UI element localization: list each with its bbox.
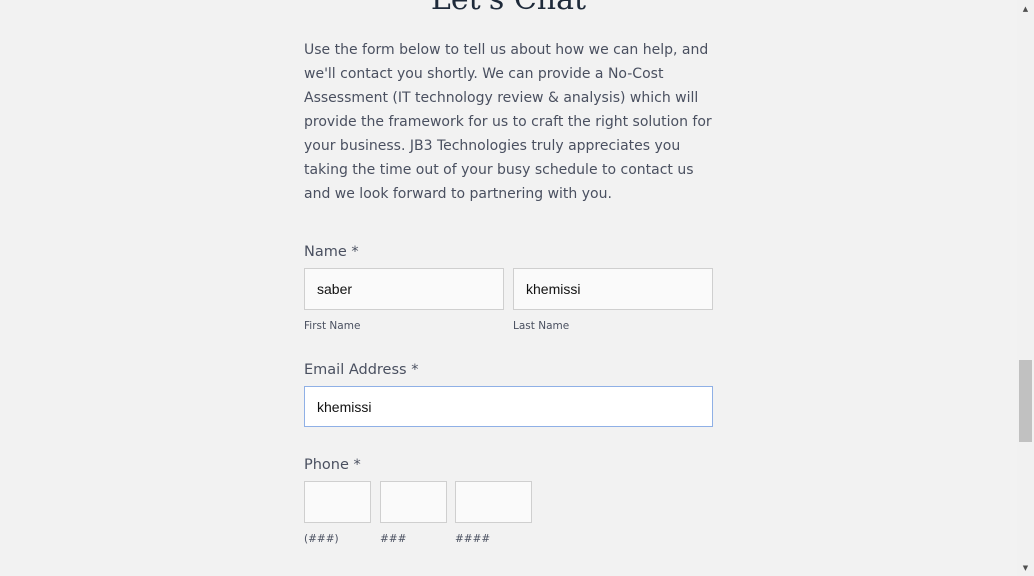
phone-line-sublabel: ####	[455, 533, 491, 545]
last-name-input[interactable]	[513, 268, 713, 310]
form-heading: Let's Chat	[304, 0, 713, 18]
email-input[interactable]	[304, 386, 713, 427]
intro-text: Use the form below to tell us about how …	[304, 42, 712, 202]
name-label: Name *	[304, 244, 359, 260]
triangle-up-icon[interactable]: ▲	[1017, 0, 1034, 17]
phone-prefix-input[interactable]	[380, 481, 447, 523]
phone-area-input[interactable]	[304, 481, 371, 523]
triangle-down-icon[interactable]: ▼	[1017, 559, 1034, 576]
page: Let's Chat Use the form below to tell us…	[0, 0, 1034, 576]
page-scrollbar[interactable]: ▲ ▼	[1017, 0, 1034, 576]
phone-line-input[interactable]	[455, 481, 532, 523]
scrollbar-thumb[interactable]	[1019, 360, 1032, 442]
phone-label: Phone *	[304, 457, 361, 473]
last-name-sublabel: Last Name	[513, 320, 570, 332]
first-name-input[interactable]	[304, 268, 504, 310]
first-name-sublabel: First Name	[304, 320, 361, 332]
phone-prefix-sublabel: ###	[380, 533, 407, 545]
email-label: Email Address *	[304, 362, 419, 378]
phone-area-sublabel: (###)	[304, 533, 339, 545]
